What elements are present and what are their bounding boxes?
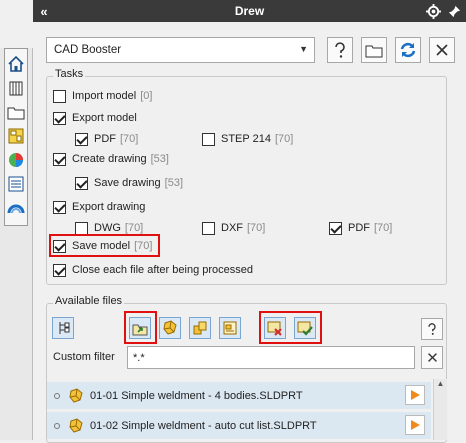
- create-drawing-option[interactable]: Create drawing [53]: [53, 151, 169, 167]
- parts-library-icon[interactable]: [6, 78, 26, 98]
- status-dot: [54, 422, 60, 429]
- refresh-icon: [400, 42, 416, 58]
- folder-icon: [365, 45, 383, 57]
- export-pdf-checkbox[interactable]: [75, 132, 88, 146]
- tree-icon: [59, 322, 70, 334]
- export-pdf-option[interactable]: PDF [70]: [75, 131, 138, 147]
- save-model-checkbox[interactable]: [53, 239, 66, 253]
- export-step-option[interactable]: STEP 214 [70]: [202, 131, 293, 147]
- files-help-button[interactable]: [421, 318, 443, 340]
- file-list-scrollbar[interactable]: ▲: [433, 379, 447, 440]
- file-list-item[interactable]: 01-02 Simple weldment - auto cut list.SL…: [47, 412, 431, 439]
- play-icon: [411, 420, 420, 430]
- save-model-option[interactable]: Save model [70]: [53, 238, 152, 254]
- tasks-legend: Tasks: [53, 68, 86, 80]
- close-each-file-option[interactable]: Close each file after being processed: [53, 262, 253, 278]
- create-drawing-checkbox[interactable]: [53, 152, 66, 166]
- close-each-file-checkbox[interactable]: [53, 263, 66, 277]
- open-file-arrow-icon: [132, 324, 148, 336]
- remove-files-button[interactable]: [264, 317, 286, 339]
- view-palette-icon[interactable]: [6, 126, 26, 146]
- export-drawing-pdf-checkbox[interactable]: [329, 221, 342, 235]
- export-dxf-option[interactable]: DXF [70]: [202, 220, 265, 236]
- part-icon: [69, 387, 83, 403]
- export-model-option[interactable]: Export model: [53, 110, 137, 126]
- export-model-checkbox[interactable]: [53, 111, 66, 125]
- select-files-button[interactable]: [294, 317, 316, 339]
- import-model-checkbox[interactable]: [53, 89, 66, 103]
- tree-view-button[interactable]: [52, 317, 74, 339]
- remove-icon: [267, 321, 282, 336]
- file-explorer-icon[interactable]: [6, 102, 26, 122]
- scroll-up-icon[interactable]: ▲: [434, 379, 447, 388]
- file-name: 01-02 Simple weldment - auto cut list.SL…: [90, 419, 317, 432]
- export-dxf-checkbox[interactable]: [202, 221, 215, 235]
- export-drawing-pdf-option[interactable]: PDF [70]: [329, 220, 392, 236]
- custom-filter-input[interactable]: *.*: [127, 346, 415, 369]
- task-pane-tabs: [0, 48, 33, 440]
- process-file-button[interactable]: [405, 385, 425, 405]
- help-icon: [428, 323, 436, 335]
- drew-icon[interactable]: [6, 198, 26, 218]
- chevron-down-icon: ▼: [299, 44, 308, 54]
- panel-title: Drew: [234, 4, 265, 18]
- pin-icon[interactable]: [445, 2, 463, 20]
- tool-selector-value: CAD Booster: [54, 44, 122, 56]
- assembly-icon: [193, 321, 207, 335]
- checkmark-icon: [297, 321, 313, 336]
- file-name: 01-01 Simple weldment - 4 bodies.SLDPRT: [90, 389, 303, 402]
- status-dot: [54, 392, 60, 399]
- import-model-option[interactable]: Import model [0]: [53, 88, 152, 104]
- file-list-item[interactable]: 01-01 Simple weldment - 4 bodies.SLDPRT: [47, 382, 431, 409]
- save-drawing-option[interactable]: Save drawing [53]: [75, 175, 183, 191]
- help-icon: [335, 42, 345, 58]
- custom-properties-icon[interactable]: [6, 174, 26, 194]
- available-files-legend: Available files: [53, 295, 125, 307]
- export-step-checkbox[interactable]: [202, 132, 215, 146]
- add-drawings-button[interactable]: [219, 317, 241, 339]
- add-open-files-button[interactable]: [129, 317, 151, 339]
- save-drawing-checkbox[interactable]: [75, 176, 88, 190]
- add-parts-button[interactable]: [159, 317, 181, 339]
- drew-panel: CAD Booster ▼ Tasks Import model [0] Expo…: [33, 22, 466, 443]
- drawing-icon: [223, 321, 237, 335]
- export-drawing-checkbox[interactable]: [53, 200, 66, 214]
- custom-filter-label: Custom filter: [53, 351, 115, 363]
- add-assemblies-button[interactable]: [189, 317, 211, 339]
- export-dwg-checkbox[interactable]: [75, 221, 88, 235]
- appearances-icon[interactable]: [6, 150, 26, 170]
- clear-filter-button[interactable]: [421, 346, 443, 369]
- open-folder-button[interactable]: [361, 37, 387, 63]
- gear-icon[interactable]: [424, 2, 442, 20]
- home-icon[interactable]: [6, 54, 26, 74]
- part-icon: [69, 417, 83, 433]
- title-bar: « Drew: [33, 0, 466, 22]
- refresh-button[interactable]: [395, 37, 421, 63]
- play-icon: [411, 390, 420, 400]
- help-button[interactable]: [327, 37, 353, 63]
- close-icon: [436, 44, 448, 56]
- part-icon: [163, 320, 177, 335]
- tool-selector-dropdown[interactable]: CAD Booster ▼: [46, 37, 315, 63]
- collapse-button[interactable]: «: [33, 4, 55, 19]
- close-button[interactable]: [429, 37, 455, 63]
- process-file-button[interactable]: [405, 415, 425, 435]
- close-icon: [427, 353, 437, 362]
- export-drawing-option[interactable]: Export drawing: [53, 199, 145, 215]
